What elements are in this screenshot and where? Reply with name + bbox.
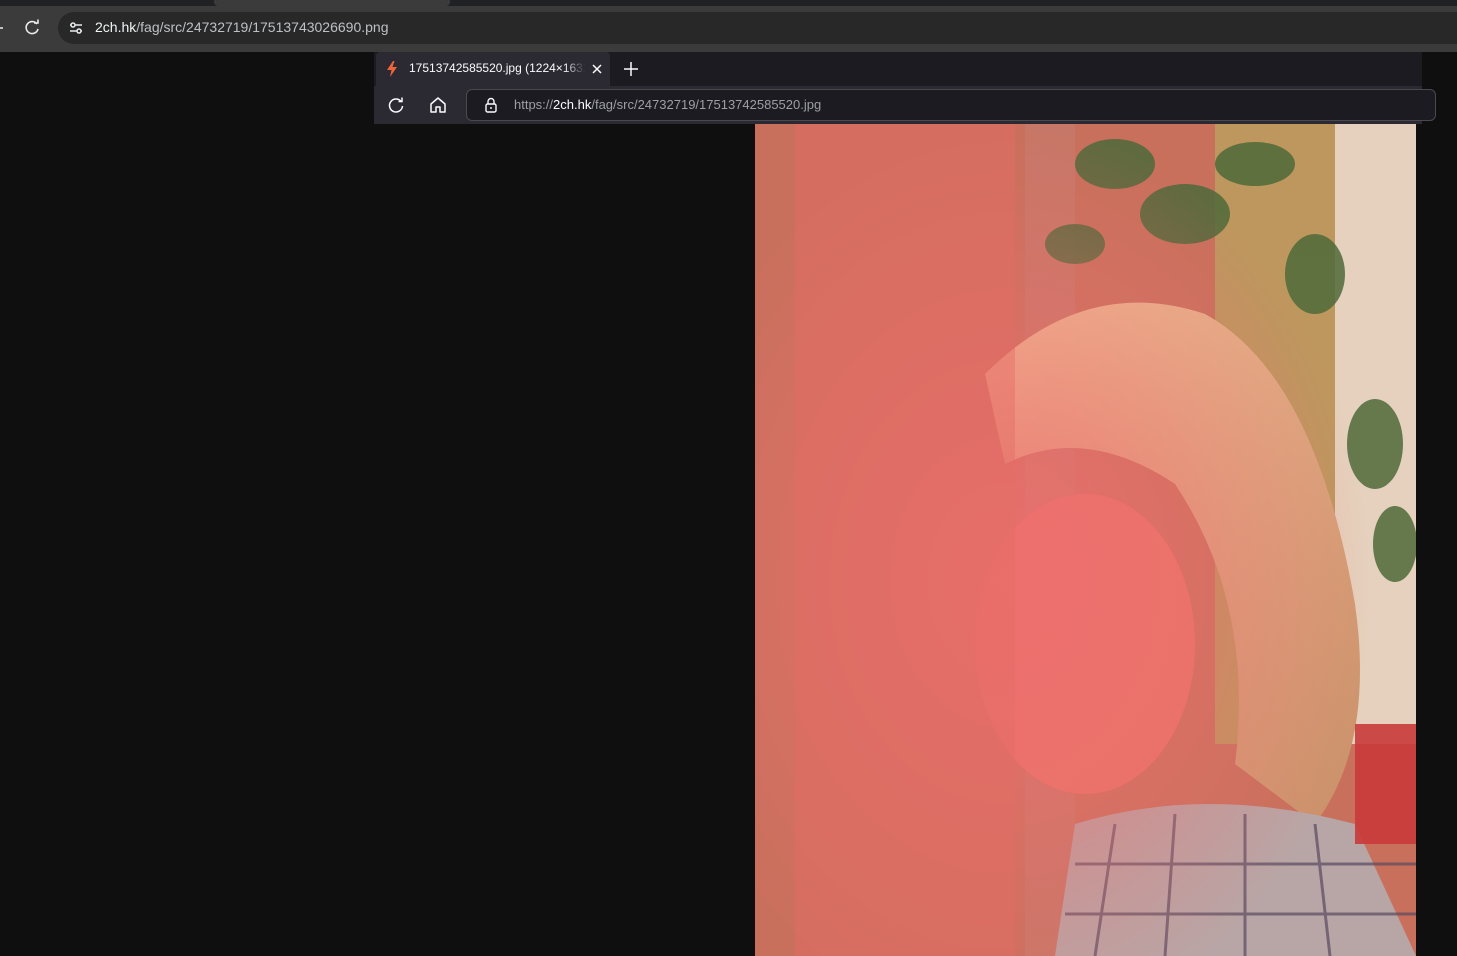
- inner-tab-bar: 17513742585520.jpg (1224×1632: [374, 52, 1422, 86]
- inner-url-host: 2ch.hk: [553, 97, 592, 112]
- displayed-photo[interactable]: [755, 124, 1416, 956]
- inner-nav-toolbar: https://2ch.hk/fag/src/24732719/17513742…: [374, 86, 1436, 124]
- outer-tab-strip: [0, 0, 1457, 6]
- lock-icon[interactable]: [482, 96, 500, 114]
- outer-browser-toolbar: 2ch.hk/fag/src/24732719/17513743026690.p…: [0, 0, 1457, 52]
- inner-tab[interactable]: 17513742585520.jpg (1224×1632: [376, 52, 610, 86]
- inner-url-scheme: https://: [514, 97, 554, 112]
- outer-url-host: 2ch.hk: [95, 19, 137, 35]
- lightning-favicon-icon: [385, 60, 399, 78]
- home-icon[interactable]: [428, 95, 448, 115]
- reload-icon[interactable]: [22, 18, 42, 38]
- outer-url-text[interactable]: 2ch.hk/fag/src/24732719/17513743026690.p…: [95, 19, 388, 35]
- inner-browser-window: 17513742585520.jpg (1224×1632 https://2c…: [374, 52, 1436, 956]
- reload-icon[interactable]: [386, 95, 406, 115]
- outer-url-path: /fag/src/24732719/17513743026690.png: [136, 19, 389, 35]
- inner-url-path: /fag/src/24732719/17513742585520.jpg: [591, 97, 822, 112]
- new-tab-plus-icon[interactable]: [621, 59, 641, 79]
- outer-active-tab[interactable]: [214, 0, 450, 6]
- image-viewer-content: [374, 124, 1422, 956]
- close-icon[interactable]: [589, 61, 605, 77]
- inner-url-text[interactable]: https://2ch.hk/fag/src/24732719/17513742…: [514, 97, 821, 112]
- site-info-icon[interactable]: [66, 18, 86, 38]
- inner-tab-title: 17513742585520.jpg (1224×1632: [409, 61, 585, 75]
- back-icon[interactable]: [0, 27, 3, 29]
